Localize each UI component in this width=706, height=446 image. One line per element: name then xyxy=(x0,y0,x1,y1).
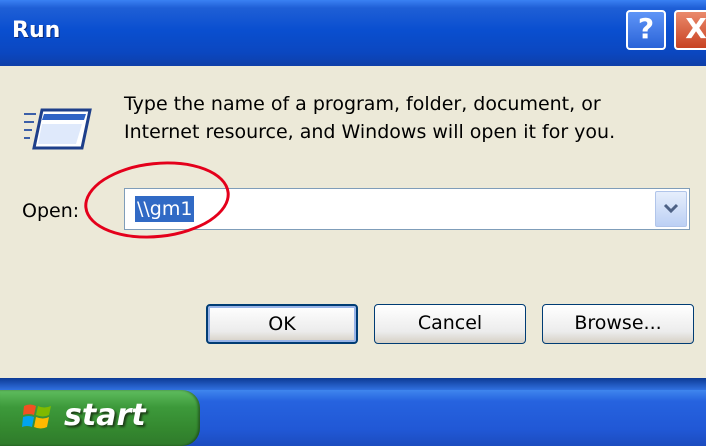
chevron-down-icon xyxy=(663,203,679,214)
instruction-line-1: Type the name of a program, folder, docu… xyxy=(124,93,601,115)
window-title: Run xyxy=(12,18,61,43)
dropdown-button[interactable] xyxy=(655,191,687,227)
title-bar: Run ? X xyxy=(0,0,706,66)
close-button[interactable]: X xyxy=(674,10,706,50)
cancel-button[interactable]: Cancel xyxy=(374,304,526,344)
open-label: Open: xyxy=(22,200,80,222)
instruction-line-2: Internet resource, and Windows will open… xyxy=(124,121,616,143)
start-label: start xyxy=(64,398,146,433)
run-icon xyxy=(24,108,92,150)
taskbar-strip xyxy=(0,378,706,390)
windows-logo-icon xyxy=(22,404,51,429)
start-button[interactable]: start xyxy=(0,390,200,446)
help-button[interactable]: ? xyxy=(626,10,666,50)
browse-button[interactable]: Browse... xyxy=(542,304,694,344)
instruction-text: Type the name of a program, folder, docu… xyxy=(124,90,684,146)
ok-button[interactable]: OK xyxy=(206,304,358,344)
